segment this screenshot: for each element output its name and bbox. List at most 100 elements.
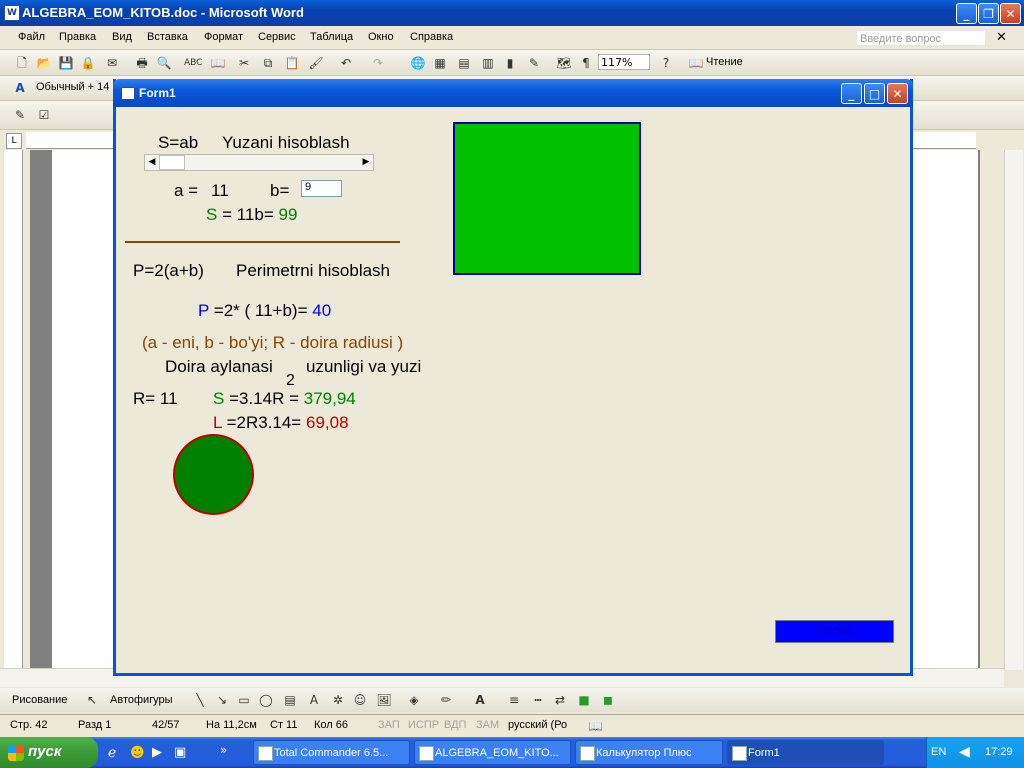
status-section: Разд 1 xyxy=(78,719,112,731)
email-icon[interactable]: ✉ xyxy=(104,55,120,71)
quicklaunch-more-icon[interactable]: » xyxy=(220,743,227,757)
insert-table-icon[interactable]: ▤ xyxy=(456,55,472,71)
review-icon[interactable]: ☑ xyxy=(36,107,52,123)
format-painter-icon[interactable]: 🖌 xyxy=(308,55,324,71)
drawing-icon[interactable]: ✎ xyxy=(526,55,542,71)
scroll-thumb[interactable] xyxy=(159,155,185,170)
insert-excel-icon[interactable]: ▥ xyxy=(480,55,496,71)
media-quicklaunch-icon[interactable]: ▶ xyxy=(152,745,162,760)
wordart-icon[interactable]: A xyxy=(306,692,322,708)
b-scrollbar[interactable]: ◀ ▶ xyxy=(144,154,374,171)
back-arrow-icon[interactable]: ◀ xyxy=(959,743,970,760)
line-color-icon[interactable]: ✏ xyxy=(438,692,454,708)
scroll-right-icon[interactable]: ▶ xyxy=(359,155,373,170)
scroll-left-icon[interactable]: ◀ xyxy=(145,155,159,170)
status-track[interactable]: ИСПР xyxy=(408,719,439,731)
paste-icon[interactable]: 📋 xyxy=(284,55,300,71)
document-map-icon[interactable]: 🗺 xyxy=(556,55,572,71)
task-form1[interactable]: Form1 xyxy=(727,740,884,765)
print-preview-icon[interactable]: 🔍 xyxy=(156,55,172,71)
exit-button[interactable]: Chiqish xyxy=(775,620,894,643)
restore-button[interactable]: ❐ xyxy=(978,3,999,24)
superscript-two: 2 xyxy=(286,372,295,389)
redo-icon[interactable]: ↷ xyxy=(370,55,386,71)
open-icon[interactable]: 📂 xyxy=(36,55,52,71)
start-button[interactable]: пуск xyxy=(0,737,98,768)
vertical-scrollbar[interactable] xyxy=(1004,150,1023,670)
menu-insert[interactable]: Вставка xyxy=(147,31,188,43)
desktop-quicklaunch-icon[interactable]: ▣ xyxy=(174,745,186,760)
status-record[interactable]: ЗАП xyxy=(378,719,400,731)
help-icon[interactable]: ? xyxy=(658,55,674,71)
style-select[interactable]: Обычный + 14 xyxy=(36,81,109,93)
clock: 17:29 xyxy=(985,746,1013,758)
spelling-icon[interactable]: ABC xyxy=(184,55,202,71)
reading-label[interactable]: Чтение xyxy=(706,56,743,68)
rectangle-icon[interactable]: ▭ xyxy=(236,692,252,708)
form-close-button[interactable]: ✕ xyxy=(887,83,908,104)
edit-icon[interactable]: ✎ xyxy=(12,107,28,123)
oval-icon[interactable]: ◯ xyxy=(258,692,274,708)
clipart-icon[interactable]: ☺ xyxy=(352,692,368,708)
tab-selector-icon[interactable]: L xyxy=(6,133,22,149)
undo-icon[interactable]: ↶ xyxy=(338,55,354,71)
status-extend[interactable]: ВДП xyxy=(444,719,466,731)
circle-s-expression: =3.14R = xyxy=(229,389,300,408)
line-icon[interactable]: ╲ xyxy=(192,692,208,708)
menu-tools[interactable]: Сервис xyxy=(258,31,296,43)
menu-close-icon[interactable]: ✕ xyxy=(996,30,1007,45)
menu-window[interactable]: Окно xyxy=(368,31,394,43)
menu-view[interactable]: Вид xyxy=(112,31,132,43)
task-word-document[interactable]: ALGEBRA_EOM_KITO... xyxy=(414,740,571,765)
font-color-icon[interactable]: A xyxy=(472,692,488,708)
line-style-icon[interactable]: ≡ xyxy=(506,692,522,708)
textbox-icon[interactable]: ▤ xyxy=(282,692,298,708)
select-objects-icon[interactable]: ↖ xyxy=(84,692,100,708)
task-total-commander[interactable]: Total Commander 6.5... xyxy=(253,740,410,765)
ie-quicklaunch-icon[interactable]: ℯ xyxy=(108,745,116,761)
3d-icon[interactable]: ◼ xyxy=(600,692,616,708)
minimize-button[interactable]: _ xyxy=(956,3,977,24)
menu-file[interactable]: Файл xyxy=(18,31,45,43)
dash-style-icon[interactable]: ┅ xyxy=(530,692,546,708)
status-overtype[interactable]: ЗАМ xyxy=(476,719,499,731)
styles-icon[interactable]: A xyxy=(12,80,28,96)
draw-menu[interactable]: Рисование xyxy=(12,694,67,706)
form-minimize-button[interactable]: _ xyxy=(841,83,862,104)
menu-edit[interactable]: Правка xyxy=(59,31,96,43)
b-value-input[interactable]: 9 xyxy=(301,180,342,197)
menu-help[interactable]: Справка xyxy=(410,31,453,43)
permission-icon[interactable]: 🔒 xyxy=(80,55,96,71)
close-button[interactable]: ✕ xyxy=(1000,3,1021,24)
autoshapes-menu[interactable]: Автофигуры xyxy=(110,694,173,706)
reading-layout-icon[interactable]: 📖 xyxy=(688,55,704,71)
task-calculator[interactable]: Калькулятор Плюс xyxy=(575,740,723,765)
zoom-select[interactable]: 117% xyxy=(598,54,650,70)
perim-p-expression: =2* ( 11+b)= xyxy=(213,301,308,320)
word-app-icon: W xyxy=(4,5,20,21)
menu-table[interactable]: Таблица xyxy=(310,31,353,43)
tables-borders-icon[interactable]: ▦ xyxy=(432,55,448,71)
fill-color-icon[interactable]: ◈ xyxy=(406,692,422,708)
form-maximize-button[interactable]: □ xyxy=(864,83,885,104)
spelling-status-icon[interactable]: 📖 xyxy=(588,719,603,733)
ask-question-input[interactable]: Введите вопрос xyxy=(856,30,986,46)
status-line: Ст 11 xyxy=(270,719,298,731)
research-icon[interactable]: 📖 xyxy=(210,55,226,71)
shadow-icon[interactable]: ■ xyxy=(576,692,592,708)
cut-icon[interactable]: ✂ xyxy=(236,55,252,71)
new-document-icon[interactable]: 🗋 xyxy=(14,55,30,71)
copy-icon[interactable]: ⧉ xyxy=(260,55,276,71)
hyperlink-icon[interactable]: 🌐 xyxy=(410,55,426,71)
print-icon[interactable]: 🖶 xyxy=(134,55,150,71)
save-icon[interactable]: 💾 xyxy=(58,55,74,71)
show-hide-icon[interactable]: ¶ xyxy=(578,55,594,71)
menu-format[interactable]: Формат xyxy=(204,31,243,43)
arrow-style-icon[interactable]: ⇄ xyxy=(552,692,568,708)
arrow-icon[interactable]: ↘ xyxy=(214,692,230,708)
columns-icon[interactable]: ▮ xyxy=(502,55,518,71)
language-indicator[interactable]: EN xyxy=(931,746,946,758)
picture-icon[interactable]: 🖼 xyxy=(376,692,392,708)
diagram-icon[interactable]: ✲ xyxy=(330,692,346,708)
messenger-quicklaunch-icon[interactable]: ☻ xyxy=(130,745,145,761)
